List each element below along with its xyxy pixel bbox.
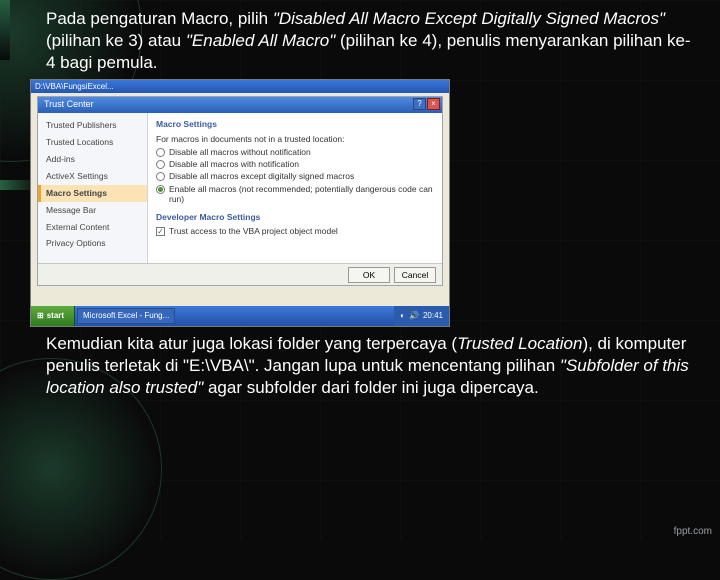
panel-heading-dev: Developer Macro Settings — [156, 212, 434, 223]
panel-heading-macro: Macro Settings — [156, 119, 434, 130]
p2-b: Trusted Location — [457, 334, 582, 353]
p1-b: "Disabled All Macro Except Digitally Sig… — [273, 9, 665, 28]
taskbar-item-excel[interactable]: Microsoft Excel - Fung... — [77, 308, 175, 324]
tray-icon: ◐ — [400, 311, 405, 321]
p1-a: Pada pengaturan Macro, pilih — [46, 9, 273, 28]
settings-panel: Macro Settings For macros in documents n… — [148, 113, 442, 263]
dialog-footer: OK Cancel — [38, 263, 442, 285]
p1-d: "Enabled All Macro" — [186, 31, 335, 50]
system-tray: ◐ 🔊 20:41 — [394, 306, 449, 326]
panel-intro: For macros in documents not in a trusted… — [156, 134, 434, 145]
sidebar-item-addins[interactable]: Add-ins — [38, 151, 147, 168]
macro-option-1-label: Disable all macros without notification — [169, 147, 311, 157]
trust-center-dialog: Trust Center ? × Trusted Publishers Trus… — [37, 96, 443, 286]
dialog-title-text: Trust Center — [44, 99, 94, 109]
ok-button[interactable]: OK — [348, 267, 390, 283]
macro-option-3[interactable]: Disable all macros except digitally sign… — [156, 171, 434, 181]
dev-trust-checkbox[interactable]: ✓ Trust access to the VBA project object … — [156, 226, 434, 236]
xp-explorer-strip: D:\VBA\FungsiExcel... — [31, 80, 449, 93]
p2-e: agar subfolder dari folder ini juga dipe… — [203, 378, 538, 397]
sidebar-item-trusted-locations[interactable]: Trusted Locations — [38, 134, 147, 151]
sidebar-item-activex[interactable]: ActiveX Settings — [38, 168, 147, 185]
p1-c: (pilihan ke 3) atau — [46, 31, 186, 50]
paragraph-1: Pada pengaturan Macro, pilih "Disabled A… — [46, 8, 692, 73]
help-icon[interactable]: ? — [413, 98, 426, 110]
macro-option-4[interactable]: Enable all macros (not recommended; pote… — [156, 184, 434, 204]
xp-taskbar: ⊞start Microsoft Excel - Fung... ◐ 🔊 20:… — [31, 306, 449, 326]
dialog-body: Trusted Publishers Trusted Locations Add… — [38, 113, 442, 263]
dialog-titlebar: Trust Center ? × — [38, 97, 442, 113]
checkbox-icon: ✓ — [156, 227, 165, 236]
cancel-button[interactable]: Cancel — [394, 267, 436, 283]
sidebar-item-trusted-publishers[interactable]: Trusted Publishers — [38, 117, 147, 134]
sidebar-item-external-content[interactable]: External Content — [38, 219, 147, 236]
sidebar-item-macro-settings[interactable]: Macro Settings — [38, 185, 147, 202]
radio-icon — [156, 185, 165, 194]
macro-option-2-label: Disable all macros with notification — [169, 159, 299, 169]
template-credit: fppt.com — [674, 526, 712, 537]
nav-sidebar: Trusted Publishers Trusted Locations Add… — [38, 113, 148, 263]
sidebar-item-privacy[interactable]: Privacy Options — [38, 235, 147, 252]
macro-option-2[interactable]: Disable all macros with notification — [156, 159, 434, 169]
macro-option-1[interactable]: Disable all macros without notification — [156, 147, 434, 157]
radio-icon — [156, 148, 165, 157]
tray-icon: 🔊 — [409, 311, 419, 321]
clock: 20:41 — [423, 311, 443, 321]
radio-icon — [156, 160, 165, 169]
windows-logo-icon: ⊞ — [37, 311, 44, 321]
slide-content: Pada pengaturan Macro, pilih "Disabled A… — [0, 0, 720, 399]
radio-icon — [156, 172, 165, 181]
paragraph-2: Kemudian kita atur juga lokasi folder ya… — [46, 333, 692, 398]
p2-a: Kemudian kita atur juga lokasi folder ya… — [46, 334, 457, 353]
macro-option-4-label: Enable all macros (not recommended; pote… — [169, 184, 434, 204]
close-icon[interactable]: × — [427, 98, 440, 110]
dev-trust-label: Trust access to the VBA project object m… — [169, 226, 338, 236]
start-label: start — [47, 311, 64, 321]
sidebar-item-message-bar[interactable]: Message Bar — [38, 202, 147, 219]
macro-option-3-label: Disable all macros except digitally sign… — [169, 171, 354, 181]
screenshot-trust-center: D:\VBA\FungsiExcel... Trust Center ? × T… — [30, 79, 450, 327]
start-button[interactable]: ⊞start — [31, 306, 75, 326]
